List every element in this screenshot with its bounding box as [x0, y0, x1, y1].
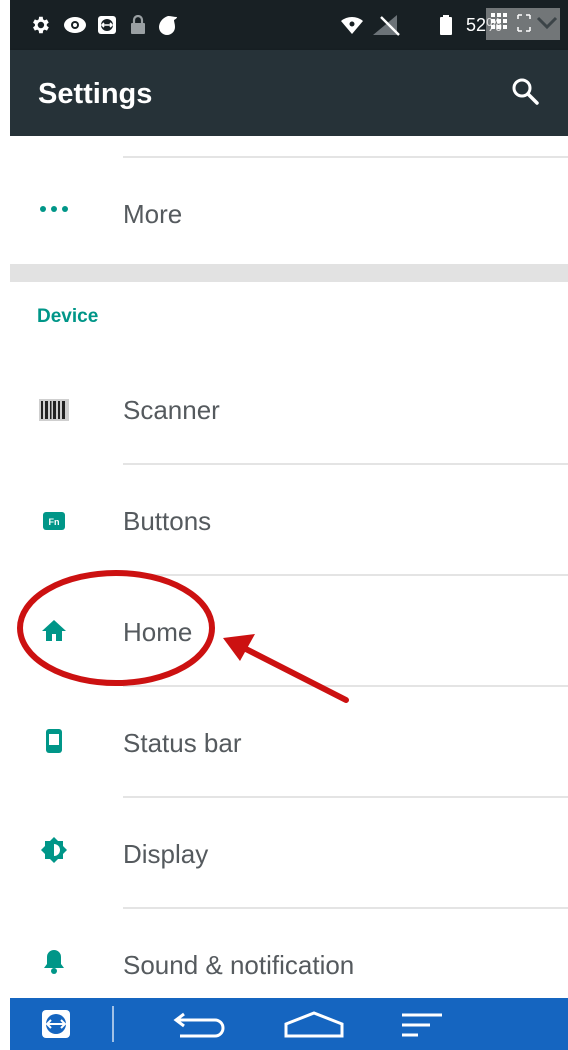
- eye-icon: [62, 14, 88, 36]
- home-icon: [36, 614, 72, 646]
- barcode-icon: [36, 394, 72, 426]
- teamviewer-icon[interactable]: [40, 1008, 72, 1040]
- phone-icon: [36, 725, 72, 757]
- search-button[interactable]: [510, 76, 544, 110]
- list-item-status-bar[interactable]: Status bar: [10, 687, 568, 795]
- list-item-label: More: [123, 199, 183, 229]
- list-item-display[interactable]: Display: [10, 798, 568, 906]
- settings-card-device: Device Scanner Fn Buttons Home Status ba…: [10, 282, 568, 998]
- list-item-label: Status bar: [123, 728, 242, 758]
- list-item-buttons[interactable]: Fn Buttons: [10, 465, 568, 573]
- list-item-label: Home: [123, 617, 193, 647]
- app-bar: Settings: [10, 50, 568, 136]
- gear-icon: [28, 14, 52, 36]
- keyboard-icon[interactable]: [490, 12, 512, 39]
- list-item-scanner[interactable]: Scanner: [10, 354, 568, 462]
- drop-icon: [156, 14, 180, 36]
- menu-icon[interactable]: [400, 1012, 444, 1044]
- wifi-icon: [340, 14, 364, 36]
- lock-icon: [128, 14, 148, 36]
- page-title: Settings: [38, 78, 153, 110]
- svg-text:Fn: Fn: [49, 517, 60, 527]
- status-bar: 52%: [10, 0, 568, 50]
- section-header-device: Device: [37, 306, 99, 327]
- list-item-label: Buttons: [123, 506, 212, 536]
- home-icon[interactable]: [282, 1010, 346, 1042]
- list-item-label: Sound & notification: [123, 950, 355, 980]
- bell-icon: [36, 945, 72, 977]
- settings-card-top: More: [10, 136, 568, 264]
- chevron-down-icon[interactable]: [536, 16, 558, 35]
- more-dots-icon: [36, 193, 72, 225]
- teamviewer-icon: [96, 14, 118, 36]
- back-icon[interactable]: [172, 1010, 228, 1042]
- list-item-label: Display: [123, 839, 209, 869]
- phone-screen: 52% Settings More Device Scanner Fn Butt…: [10, 0, 568, 1050]
- list-item-label: Scanner: [123, 395, 220, 425]
- navigation-bar: [10, 998, 568, 1050]
- nav-separator: [112, 1006, 114, 1042]
- page-margin: [0, 0, 10, 1050]
- list-item-home[interactable]: Home: [10, 576, 568, 684]
- no-signal-icon: [370, 14, 404, 36]
- search-icon[interactable]: [510, 78, 540, 110]
- overlay-controls[interactable]: [486, 8, 560, 40]
- section-gap: [10, 264, 568, 282]
- brightness-icon: [36, 834, 72, 866]
- list-item-more[interactable]: More: [10, 158, 568, 266]
- fn-key-icon: Fn: [36, 505, 72, 537]
- battery-icon: [438, 14, 454, 36]
- expand-icon[interactable]: [516, 13, 532, 38]
